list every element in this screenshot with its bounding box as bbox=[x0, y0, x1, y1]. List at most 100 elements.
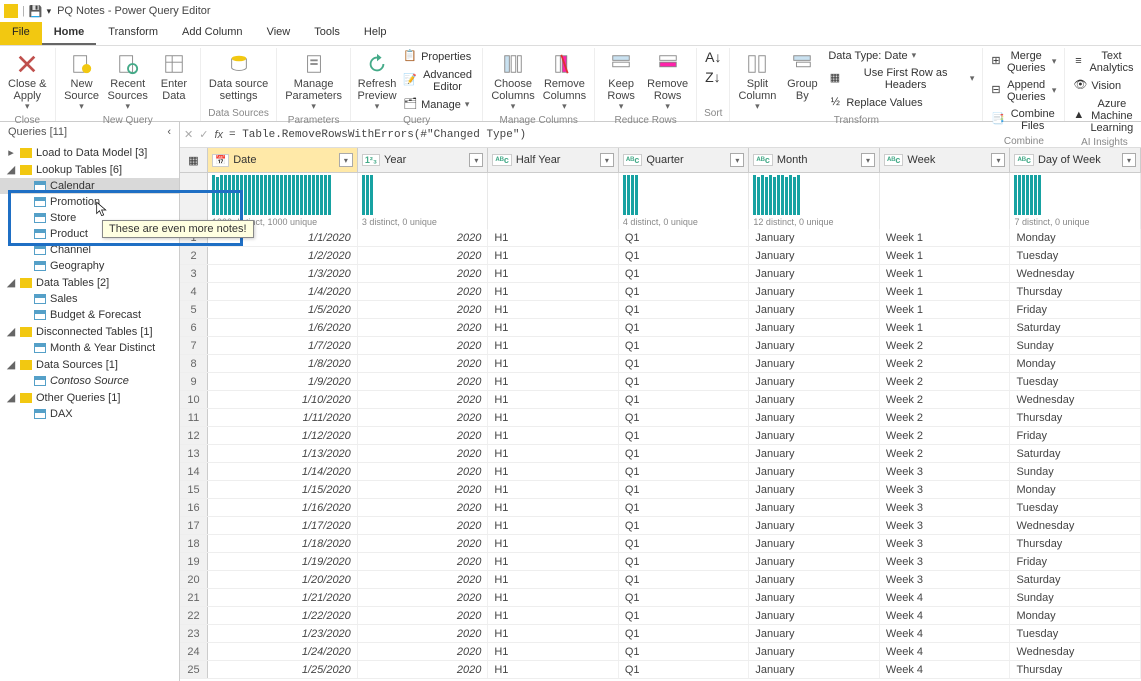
cell-date[interactable]: 1/14/2020 bbox=[208, 463, 358, 480]
cell-month[interactable]: January bbox=[749, 247, 880, 264]
row-number[interactable]: 16 bbox=[180, 499, 208, 516]
cell-year[interactable]: 2020 bbox=[358, 643, 489, 660]
cell-month[interactable]: January bbox=[749, 643, 880, 660]
cell-year[interactable]: 2020 bbox=[358, 607, 489, 624]
cell-half[interactable]: H1 bbox=[488, 355, 619, 372]
table-row[interactable]: 31/3/20202020H1Q1JanuaryWeek 1Wednesday bbox=[180, 265, 1141, 283]
cell-week[interactable]: Week 3 bbox=[880, 571, 1011, 588]
collapse-pane-icon[interactable]: ‹ bbox=[167, 126, 171, 138]
cell-date[interactable]: 1/21/2020 bbox=[208, 589, 358, 606]
cell-qtr[interactable]: Q1 bbox=[619, 391, 750, 408]
cell-date[interactable]: 1/24/2020 bbox=[208, 643, 358, 660]
cell-week[interactable]: Week 1 bbox=[880, 265, 1011, 282]
cell-year[interactable]: 2020 bbox=[358, 499, 489, 516]
cell-dow[interactable]: Tuesday bbox=[1010, 625, 1141, 642]
cell-qtr[interactable]: Q1 bbox=[619, 283, 750, 300]
split-column-button[interactable]: Split Column bbox=[736, 48, 778, 114]
qat-dropdown-icon[interactable]: ▾ bbox=[47, 6, 52, 17]
text-analytics-button[interactable]: ≡Text Analytics bbox=[1071, 48, 1137, 76]
column-header-date[interactable]: 📅Date▾ bbox=[208, 148, 358, 172]
row-number[interactable]: 18 bbox=[180, 535, 208, 552]
cell-date[interactable]: 1/16/2020 bbox=[208, 499, 358, 516]
cell-qtr[interactable]: Q1 bbox=[619, 607, 750, 624]
cell-dow[interactable]: Wednesday bbox=[1010, 391, 1141, 408]
row-number[interactable]: 23 bbox=[180, 625, 208, 642]
cell-qtr[interactable]: Q1 bbox=[619, 265, 750, 282]
new-source-button[interactable]: New Source bbox=[62, 48, 102, 114]
cell-date[interactable]: 1/12/2020 bbox=[208, 427, 358, 444]
cell-date[interactable]: 1/13/2020 bbox=[208, 445, 358, 462]
cell-year[interactable]: 2020 bbox=[358, 661, 489, 678]
filter-dropdown-icon[interactable]: ▾ bbox=[1122, 153, 1136, 167]
cell-week[interactable]: Week 4 bbox=[880, 643, 1011, 660]
cell-date[interactable]: 1/20/2020 bbox=[208, 571, 358, 588]
cell-date[interactable]: 1/10/2020 bbox=[208, 391, 358, 408]
cell-dow[interactable]: Monday bbox=[1010, 229, 1141, 246]
append-queries-button[interactable]: ⊟Append Queries bbox=[989, 77, 1058, 105]
cell-week[interactable]: Week 2 bbox=[880, 391, 1011, 408]
table-row[interactable]: 61/6/20202020H1Q1JanuaryWeek 1Saturday bbox=[180, 319, 1141, 337]
row-number[interactable]: 21 bbox=[180, 589, 208, 606]
datatype-icon[interactable]: 📅 bbox=[212, 154, 229, 167]
cell-year[interactable]: 2020 bbox=[358, 247, 489, 264]
query-item[interactable]: Geography bbox=[0, 258, 179, 274]
cell-qtr[interactable]: Q1 bbox=[619, 301, 750, 318]
cell-half[interactable]: H1 bbox=[488, 589, 619, 606]
table-row[interactable]: 241/24/20202020H1Q1JanuaryWeek 4Wednesda… bbox=[180, 643, 1141, 661]
cell-month[interactable]: January bbox=[749, 553, 880, 570]
datatype-icon[interactable]: ᴬᴮc bbox=[884, 154, 903, 166]
row-number[interactable]: 5 bbox=[180, 301, 208, 318]
cell-half[interactable]: H1 bbox=[488, 643, 619, 660]
merge-queries-button[interactable]: ⊞Merge Queries bbox=[989, 48, 1058, 76]
cell-month[interactable]: January bbox=[749, 445, 880, 462]
query-group[interactable]: ▸Load to Data Model [3] bbox=[0, 144, 179, 161]
filter-dropdown-icon[interactable]: ▾ bbox=[339, 153, 353, 167]
cell-year[interactable]: 2020 bbox=[358, 229, 489, 246]
cell-dow[interactable]: Sunday bbox=[1010, 589, 1141, 606]
cell-week[interactable]: Week 2 bbox=[880, 427, 1011, 444]
table-row[interactable]: 11/1/20202020H1Q1JanuaryWeek 1Monday bbox=[180, 229, 1141, 247]
query-group[interactable]: ◢Disconnected Tables [1] bbox=[0, 323, 179, 340]
row-number[interactable]: 11 bbox=[180, 409, 208, 426]
filter-dropdown-icon[interactable]: ▾ bbox=[730, 153, 744, 167]
enter-data-button[interactable]: Enter Data bbox=[154, 48, 194, 104]
table-row[interactable]: 21/2/20202020H1Q1JanuaryWeek 1Tuesday bbox=[180, 247, 1141, 265]
cell-week[interactable]: Week 2 bbox=[880, 409, 1011, 426]
cell-month[interactable]: January bbox=[749, 409, 880, 426]
filter-dropdown-icon[interactable]: ▾ bbox=[469, 153, 483, 167]
cell-year[interactable]: 2020 bbox=[358, 265, 489, 282]
row-number[interactable]: 17 bbox=[180, 517, 208, 534]
row-number[interactable]: 9 bbox=[180, 373, 208, 390]
cell-dow[interactable]: Wednesday bbox=[1010, 643, 1141, 660]
table-row[interactable]: 91/9/20202020H1Q1JanuaryWeek 2Tuesday bbox=[180, 373, 1141, 391]
cell-half[interactable]: H1 bbox=[488, 229, 619, 246]
cell-week[interactable]: Week 4 bbox=[880, 607, 1011, 624]
cell-month[interactable]: January bbox=[749, 517, 880, 534]
column-header-qtr[interactable]: ᴬᴮcQuarter▾ bbox=[619, 148, 750, 172]
cell-half[interactable]: H1 bbox=[488, 427, 619, 444]
cell-year[interactable]: 2020 bbox=[358, 301, 489, 318]
keep-rows-button[interactable]: Keep Rows bbox=[601, 48, 641, 114]
cell-dow[interactable]: Friday bbox=[1010, 301, 1141, 318]
cell-year[interactable]: 2020 bbox=[358, 481, 489, 498]
cell-dow[interactable]: Wednesday bbox=[1010, 265, 1141, 282]
cell-half[interactable]: H1 bbox=[488, 571, 619, 588]
query-item[interactable]: DAX bbox=[0, 406, 179, 422]
row-number[interactable]: 8 bbox=[180, 355, 208, 372]
cell-date[interactable]: 1/23/2020 bbox=[208, 625, 358, 642]
cell-year[interactable]: 2020 bbox=[358, 319, 489, 336]
cell-qtr[interactable]: Q1 bbox=[619, 373, 750, 390]
cell-dow[interactable]: Tuesday bbox=[1010, 499, 1141, 516]
table-row[interactable]: 71/7/20202020H1Q1JanuaryWeek 2Sunday bbox=[180, 337, 1141, 355]
datatype-icon[interactable]: ᴬᴮc bbox=[753, 154, 772, 166]
cell-dow[interactable]: Sunday bbox=[1010, 337, 1141, 354]
cell-half[interactable]: H1 bbox=[488, 463, 619, 480]
cell-week[interactable]: Week 4 bbox=[880, 625, 1011, 642]
cell-week[interactable]: Week 2 bbox=[880, 445, 1011, 462]
cell-month[interactable]: January bbox=[749, 463, 880, 480]
advanced-editor-button[interactable]: 📝Advanced Editor bbox=[401, 67, 476, 95]
filter-dropdown-icon[interactable]: ▾ bbox=[600, 153, 614, 167]
query-item[interactable]: Month & Year Distinct bbox=[0, 340, 179, 356]
cell-year[interactable]: 2020 bbox=[358, 391, 489, 408]
cell-week[interactable]: Week 1 bbox=[880, 229, 1011, 246]
